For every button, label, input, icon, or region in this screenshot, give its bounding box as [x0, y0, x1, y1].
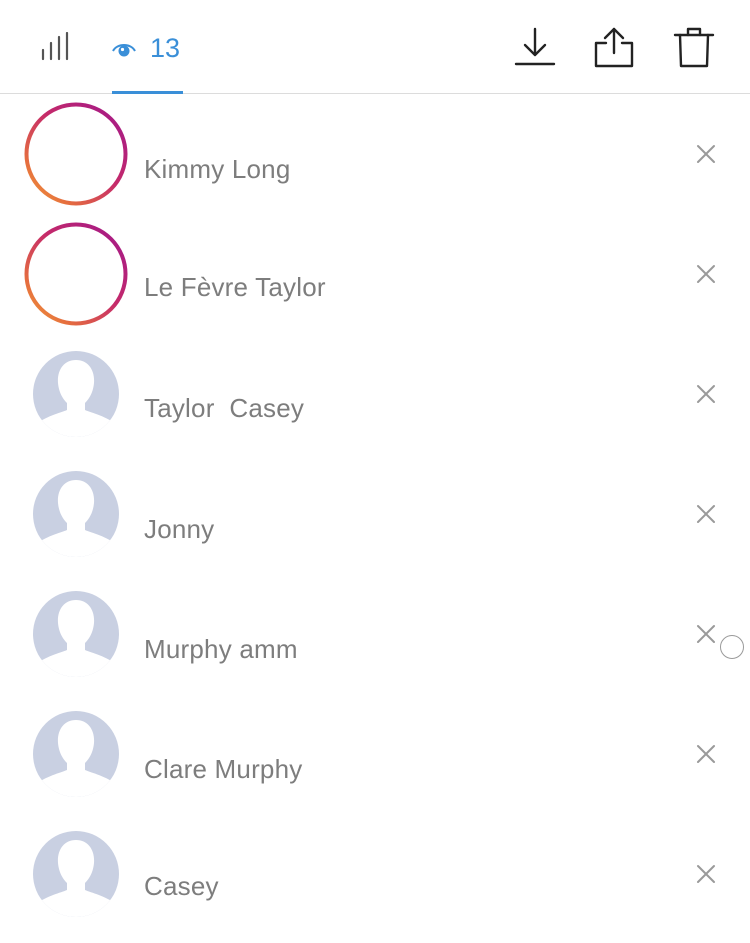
- close-icon: [697, 385, 715, 403]
- default-avatar[interactable]: [24, 822, 128, 926]
- close-icon: [697, 505, 715, 523]
- story-ring-avatar[interactable]: [24, 102, 128, 206]
- viewer-row[interactable]: Le Fèvre Taylor: [0, 222, 750, 342]
- viewer-name: Casey: [144, 871, 219, 901]
- remove-viewer-button[interactable]: [692, 380, 720, 408]
- remove-viewer-button[interactable]: [692, 740, 720, 768]
- viewer-name: Kimmy Long: [144, 154, 291, 184]
- close-icon: [697, 625, 715, 643]
- default-avatar[interactable]: [24, 342, 128, 446]
- viewer-row[interactable]: Kimmy Long: [0, 102, 750, 222]
- remove-viewer-button[interactable]: [692, 860, 720, 888]
- close-icon: [697, 265, 715, 283]
- remove-viewer-button[interactable]: [692, 620, 720, 648]
- viewer-name: Clare Murphy: [144, 754, 303, 784]
- viewer-row[interactable]: Murphy amm: [0, 582, 750, 702]
- viewer-row[interactable]: Casey: [0, 822, 750, 942]
- remove-viewer-button[interactable]: [692, 500, 720, 528]
- default-avatar[interactable]: [24, 462, 128, 566]
- viewer-name: Taylor Casey: [144, 393, 305, 423]
- close-icon: [697, 145, 715, 163]
- download-button[interactable]: [513, 26, 557, 70]
- close-icon: [697, 745, 715, 763]
- active-tab-indicator: [112, 91, 183, 94]
- default-avatar[interactable]: [24, 702, 128, 806]
- eye-icon: [112, 44, 136, 57]
- bar-chart-icon: [41, 31, 69, 61]
- share-icon: [594, 27, 634, 68]
- story-ring-avatar[interactable]: [24, 222, 128, 326]
- download-icon: [514, 27, 556, 66]
- delete-button[interactable]: [672, 26, 716, 70]
- viewer-row[interactable]: Clare Murphy: [0, 702, 750, 822]
- default-avatar[interactable]: [24, 582, 128, 686]
- tab-viewers[interactable]: 13: [112, 30, 180, 66]
- viewer-name: Murphy amm: [144, 634, 298, 664]
- share-button[interactable]: [592, 26, 636, 70]
- tab-insights[interactable]: [40, 31, 72, 62]
- viewer-name: Jonny: [144, 514, 215, 544]
- close-icon: [697, 865, 715, 883]
- viewer-row[interactable]: Jonny: [0, 462, 750, 582]
- viewer-count: 13: [150, 32, 181, 63]
- remove-viewer-button[interactable]: [692, 260, 720, 288]
- selection-radio[interactable]: [720, 635, 744, 659]
- remove-viewer-button[interactable]: [692, 140, 720, 168]
- trash-icon: [673, 27, 715, 68]
- viewers-header: 13: [0, 0, 750, 94]
- viewer-row[interactable]: Taylor Casey: [0, 342, 750, 462]
- viewer-name: Le Fèvre Taylor: [144, 272, 326, 302]
